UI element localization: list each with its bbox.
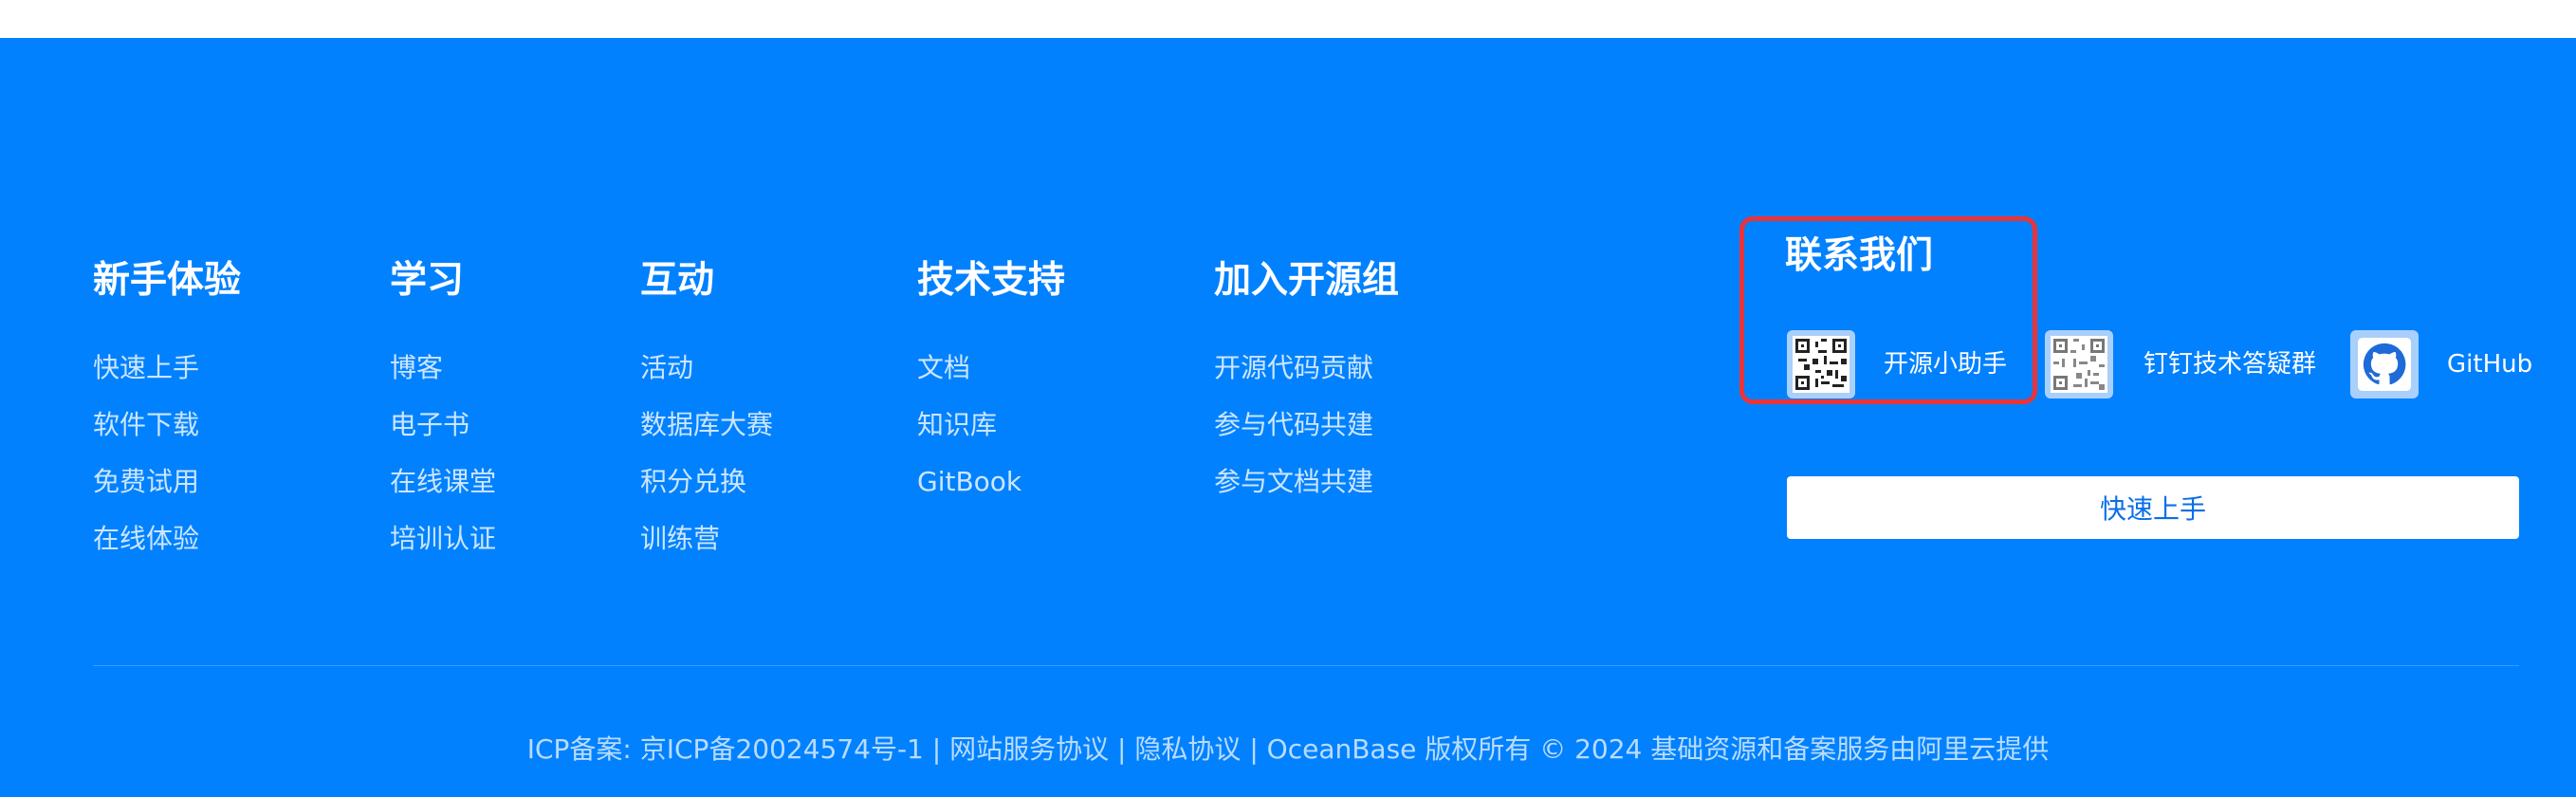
separator: | bbox=[1117, 733, 1127, 765]
highlight-annotation-box bbox=[1739, 216, 2037, 404]
icp-link[interactable]: ICP备案: 京ICP备20024574号-1 bbox=[527, 733, 924, 765]
footer-link-db-contest[interactable]: 数据库大赛 bbox=[640, 406, 773, 444]
footer-link-online-class[interactable]: 在线课堂 bbox=[390, 463, 496, 501]
contact-label: 钉钉技术答疑群 bbox=[2144, 350, 2317, 379]
separator: | bbox=[931, 733, 942, 765]
footer-link-quick-start[interactable]: 快速上手 bbox=[93, 349, 199, 387]
copyright-text: OceanBase 版权所有 © 2024 基础资源和备案服务由阿里云提供 bbox=[1266, 733, 2050, 765]
footer-link-code-contrib[interactable]: 开源代码贡献 bbox=[1214, 349, 1373, 387]
terms-link[interactable]: 网站服务协议 bbox=[949, 733, 1109, 765]
top-bar bbox=[0, 0, 2576, 38]
footer-link-download[interactable]: 软件下载 bbox=[93, 406, 199, 444]
footer-link-gitbook[interactable]: GitBook bbox=[917, 463, 1021, 501]
quick-start-button[interactable]: 快速上手 bbox=[1787, 476, 2519, 539]
footer-link-code-cobuild[interactable]: 参与代码共建 bbox=[1214, 406, 1373, 444]
footer-link-ebook[interactable]: 电子书 bbox=[390, 406, 469, 444]
separator: | bbox=[1249, 733, 1259, 765]
column-title: 加入开源组 bbox=[1214, 259, 1400, 302]
footer-link-blog[interactable]: 博客 bbox=[390, 349, 443, 387]
footer-link-events[interactable]: 活动 bbox=[640, 349, 693, 387]
footer-link-docs-cobuild[interactable]: 参与文档共建 bbox=[1214, 463, 1373, 501]
column-title: 学习 bbox=[390, 259, 465, 302]
site-footer: 新手体验 快速上手 软件下载 免费试用 在线体验 学习 博客 电子书 在线课堂 … bbox=[0, 38, 2576, 797]
footer-link-camp[interactable]: 训练营 bbox=[640, 520, 720, 558]
footer-link-certification[interactable]: 培训认证 bbox=[390, 520, 496, 558]
contact-label: GitHub bbox=[2447, 350, 2533, 379]
footer-link-online-experience[interactable]: 在线体验 bbox=[93, 520, 199, 558]
footer-link-knowledge-base[interactable]: 知识库 bbox=[917, 406, 997, 444]
copyright-bar: ICP备案: 京ICP备20024574号-1 | 网站服务协议 | 隐私协议 … bbox=[0, 731, 2576, 769]
footer-divider bbox=[93, 665, 2519, 666]
footer-link-points[interactable]: 积分兑换 bbox=[640, 463, 746, 501]
github-icon bbox=[2350, 330, 2419, 398]
footer-link-docs[interactable]: 文档 bbox=[917, 349, 970, 387]
footer-link-free-trial[interactable]: 免费试用 bbox=[93, 463, 199, 501]
column-title: 新手体验 bbox=[93, 259, 242, 302]
column-title: 互动 bbox=[640, 259, 715, 302]
privacy-link[interactable]: 隐私协议 bbox=[1134, 733, 1241, 765]
column-title: 技术支持 bbox=[917, 259, 1066, 302]
qr-code-icon bbox=[2045, 330, 2113, 398]
